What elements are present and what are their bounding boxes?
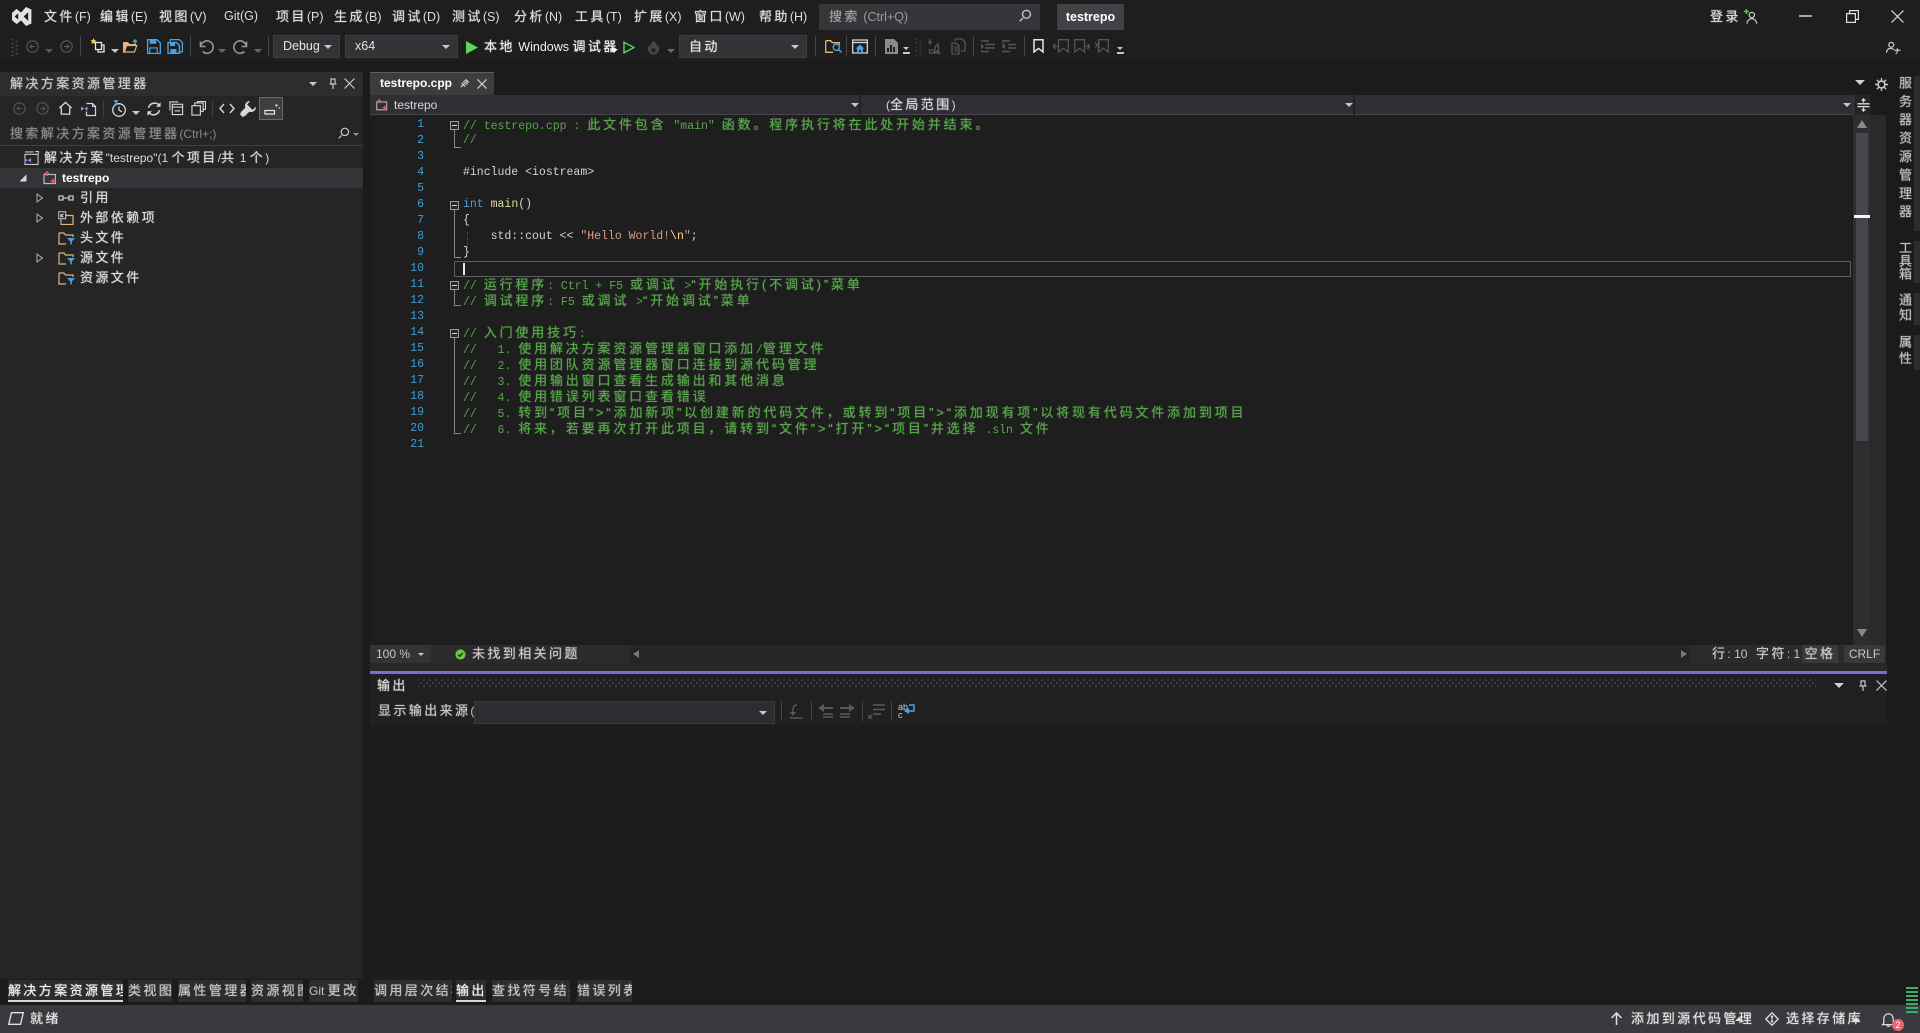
- svg-text:c: c: [898, 710, 903, 719]
